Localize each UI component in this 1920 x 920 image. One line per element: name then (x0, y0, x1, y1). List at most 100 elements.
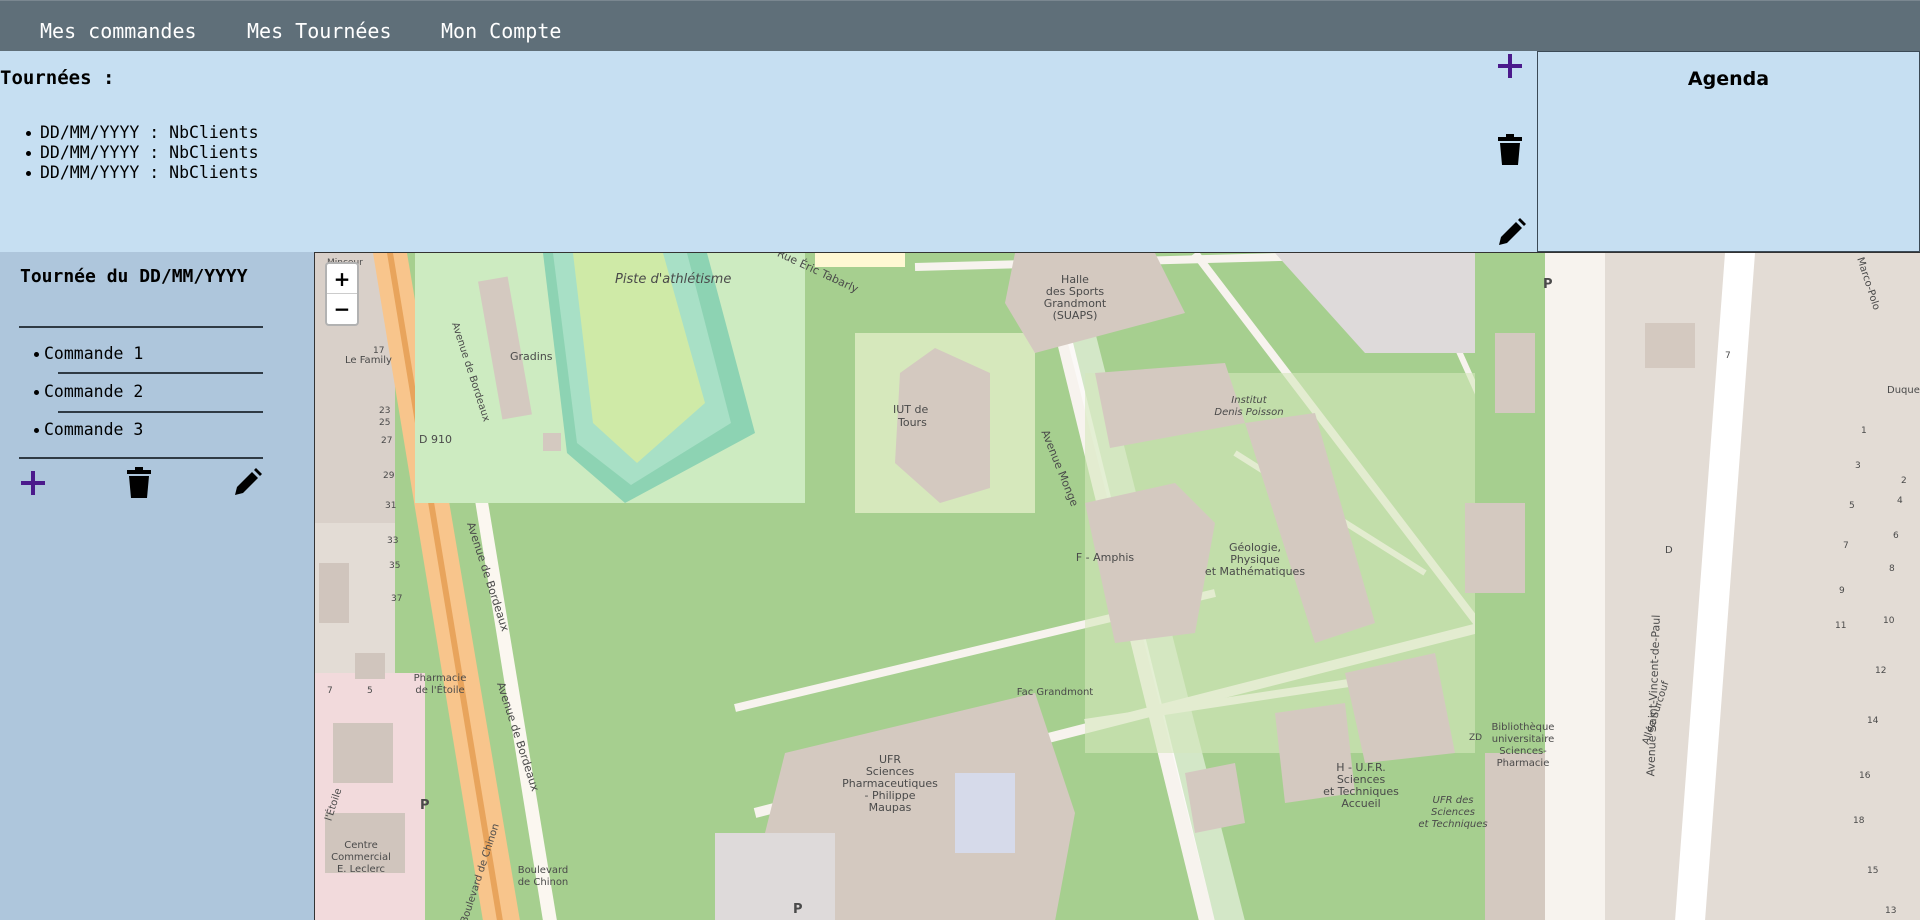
nav-mon-compte[interactable]: Mon Compte (441, 19, 561, 43)
zoom-control: + − (325, 262, 359, 326)
tournees-title: Tournées : (0, 67, 115, 89)
map-label: Fac Grandmont (1017, 687, 1094, 698)
house-number: 18 (1853, 816, 1865, 826)
delete-tournee-button[interactable] (1495, 133, 1525, 167)
tournees-list: DD/MM/YYYY : NbClients DD/MM/YYYY : NbCl… (24, 123, 259, 183)
map-label: de Chinon (518, 877, 569, 888)
house-number: 25 (379, 418, 390, 428)
map-label: Bibliothèque (1492, 721, 1555, 733)
zoom-in-button[interactable]: + (327, 264, 357, 294)
divider (58, 411, 263, 413)
house-number: 14 (1867, 716, 1879, 726)
map-view[interactable]: Piste d'athlétisme Rue Éric Tabarly Grad… (314, 252, 1920, 920)
map-label: D 910 (419, 433, 452, 446)
house-number: 2 (1901, 476, 1907, 486)
map-label: Duque (1887, 385, 1920, 396)
map-label: Gradins (510, 350, 553, 363)
pencil-icon (235, 468, 262, 495)
commande-item[interactable]: Commande 1 (33, 344, 143, 363)
divider (19, 326, 263, 328)
house-number: 5 (1849, 501, 1855, 511)
tournee-item[interactable]: DD/MM/YYYY : NbClients (24, 163, 259, 183)
map-label: Piste d'athlétisme (615, 272, 731, 287)
house-number: 7 (1725, 351, 1731, 361)
trash-icon (127, 467, 151, 498)
nav-mes-tournees[interactable]: Mes Tournées (247, 19, 392, 43)
map-label: Maupas (869, 801, 912, 814)
map-label: Sciences (1431, 807, 1475, 818)
map-label: Tours (897, 416, 927, 429)
tournee-item[interactable]: DD/MM/YYYY : NbClients (24, 143, 259, 163)
add-tournee-button[interactable] (1495, 51, 1525, 81)
divider (19, 457, 263, 459)
house-number: 7 (1843, 541, 1849, 551)
trash-icon (1498, 134, 1522, 165)
house-number: 10 (1883, 616, 1895, 626)
house-number: 33 (387, 536, 398, 546)
map-label: Le Family (345, 355, 392, 366)
map-label: D (1665, 545, 1673, 556)
map-label: universitaire (1492, 734, 1555, 745)
house-number: 7 (327, 686, 333, 696)
nav-mes-commandes[interactable]: Mes commandes (40, 19, 197, 43)
house-number: 17 (373, 346, 384, 356)
agenda-panel: Agenda (1537, 51, 1920, 252)
map-label: Commercial (331, 852, 391, 863)
house-number: 8 (1889, 564, 1895, 574)
edit-tournee-button[interactable] (1495, 216, 1527, 250)
top-navigation: Mes commandes Mes Tournées Mon Compte (0, 0, 1920, 51)
divider (58, 372, 263, 374)
house-number: 29 (383, 471, 395, 481)
house-number: 6 (1893, 531, 1899, 541)
map-label: E. Leclerc (337, 864, 385, 875)
map-label: Institut (1231, 395, 1267, 406)
map-label: Boulevard (518, 865, 569, 876)
map-label: Accueil (1341, 797, 1380, 810)
map-label: ZD (1469, 733, 1482, 743)
map-label: Centre (344, 840, 377, 851)
map-label: Sciences- (1499, 746, 1547, 757)
house-number: 15 (1867, 866, 1878, 876)
house-number: 11 (1835, 621, 1846, 631)
zoom-out-button[interactable]: − (327, 294, 357, 324)
commande-item[interactable]: Commande 2 (33, 382, 143, 401)
house-number: 27 (381, 436, 392, 446)
house-number: 35 (389, 561, 400, 571)
house-number: 5 (367, 686, 373, 696)
delete-commande-button[interactable] (124, 466, 154, 500)
map-label: Pharmacie (414, 673, 467, 684)
tournee-detail-title: Tournée du DD/MM/YYYY (20, 266, 248, 287)
map-label: et Techniques (1418, 819, 1487, 830)
house-number: 13 (1885, 906, 1896, 916)
house-number: 16 (1859, 771, 1871, 781)
plus-icon (21, 471, 45, 495)
parking-icon: P (1543, 277, 1553, 292)
house-number: 23 (379, 406, 390, 416)
pencil-icon (1499, 218, 1526, 245)
map-label: Denis Poisson (1214, 407, 1283, 418)
map-label: IUT de (893, 403, 928, 416)
parking-icon: P (420, 798, 430, 813)
house-number: 37 (391, 594, 402, 604)
house-number: 1 (1861, 426, 1867, 436)
tournees-panel: Tournées : DD/MM/YYYY : NbClients DD/MM/… (0, 51, 1537, 252)
house-number: 4 (1897, 496, 1903, 506)
map-label: Pharmacie (1497, 758, 1550, 769)
house-number: 12 (1875, 666, 1886, 676)
house-number: 31 (385, 501, 396, 511)
map-label: (SUAPS) (1053, 309, 1098, 322)
plus-icon (1498, 54, 1522, 78)
house-number: 3 (1855, 461, 1861, 471)
agenda-title: Agenda (1687, 68, 1770, 90)
map-label: UFR des (1433, 795, 1474, 806)
add-commande-button[interactable] (18, 468, 48, 498)
edit-commande-button[interactable] (230, 466, 264, 500)
map-label: de l'Étoile (415, 683, 464, 696)
tournee-item[interactable]: DD/MM/YYYY : NbClients (24, 123, 259, 143)
map-label: et Mathématiques (1205, 565, 1305, 578)
map-tiles: Piste d'athlétisme Rue Éric Tabarly Grad… (315, 253, 1920, 920)
map-label: F - Amphis (1076, 551, 1135, 564)
parking-icon: P (793, 902, 803, 917)
commande-item[interactable]: Commande 3 (33, 420, 143, 439)
house-number: 9 (1839, 586, 1845, 596)
